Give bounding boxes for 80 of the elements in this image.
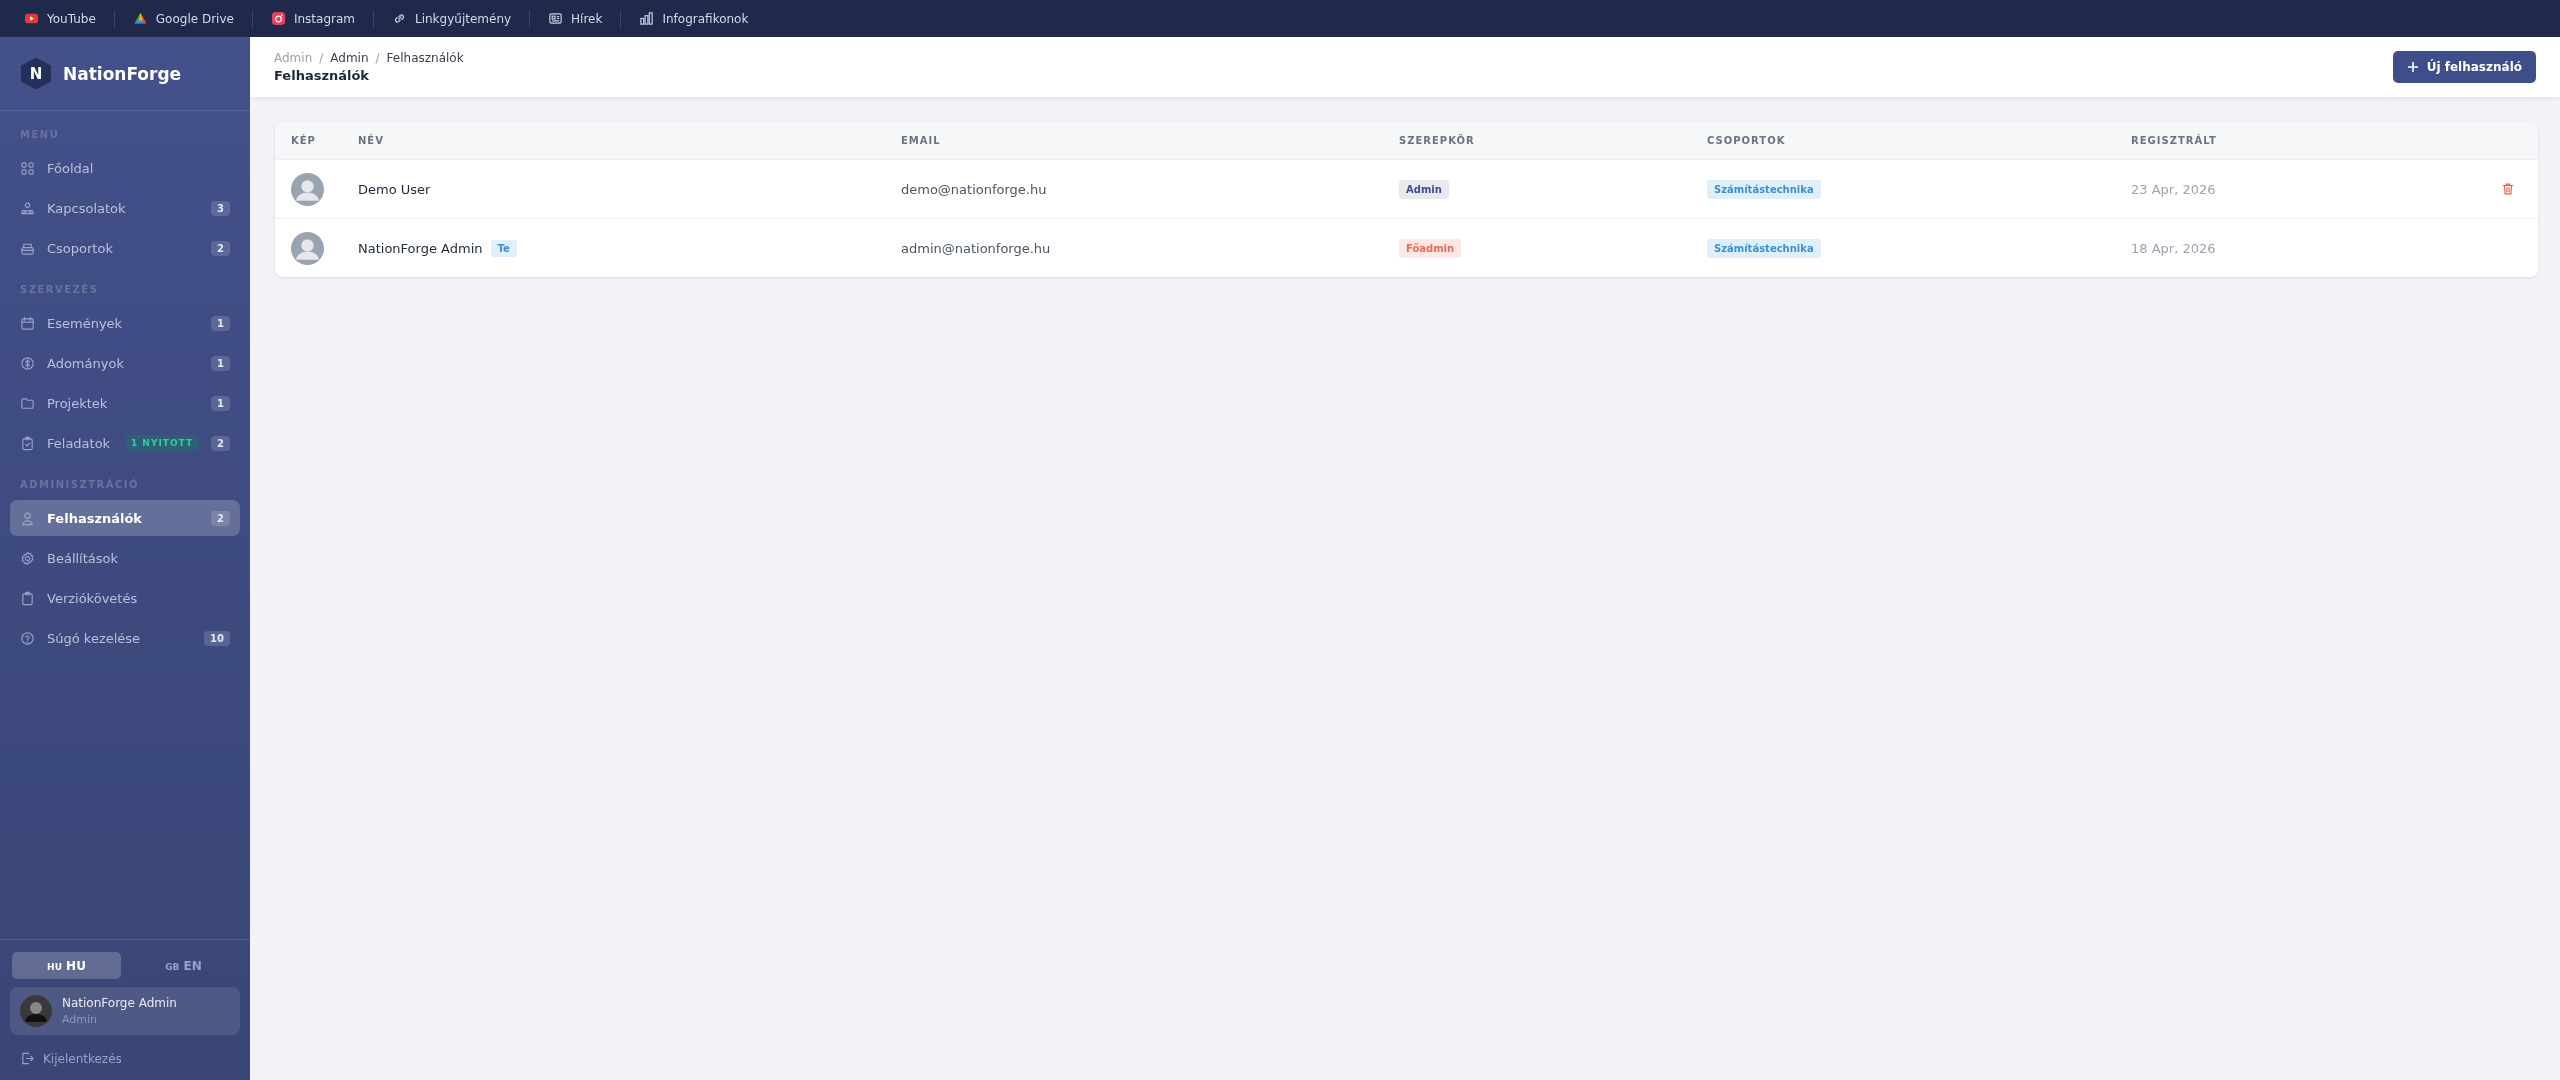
- user-card[interactable]: NationForge Admin Admin: [10, 987, 240, 1035]
- breadcrumb-link[interactable]: Admin: [274, 51, 313, 65]
- count-badge: 2: [211, 435, 230, 451]
- logout-link[interactable]: Kijelentkezés: [10, 1043, 240, 1070]
- nav-item[interactable]: Adományok 1: [10, 345, 240, 381]
- nav-item[interactable]: Események 1: [10, 305, 240, 341]
- nav-item[interactable]: Verziókövetés: [10, 580, 240, 616]
- page-title: Felhasználók: [274, 68, 371, 83]
- registration-date: 18 Apr, 2026: [2131, 240, 2216, 256]
- column-header: KÉP: [291, 135, 317, 146]
- grid-icon: [20, 160, 35, 176]
- user-name: NationForge Admin: [358, 240, 483, 256]
- user-name: NationForge Admin: [62, 996, 177, 1010]
- new-user-button[interactable]: Új felhasználó: [2392, 51, 2536, 83]
- status-tag: 1 NYITOTT: [124, 435, 200, 451]
- avatar-icon: [291, 172, 324, 206]
- user-icon: [20, 510, 35, 526]
- nav-item[interactable]: Csoportok 2: [10, 230, 240, 266]
- help-icon: [20, 630, 35, 646]
- plus-icon: [2406, 61, 2419, 73]
- bar-chart-icon: [639, 11, 655, 26]
- nav-item[interactable]: Kapcsolatok 3: [10, 190, 240, 226]
- delete-button[interactable]: [2501, 182, 2515, 196]
- clipboard-icon: [20, 590, 35, 606]
- task-icon: [20, 435, 35, 451]
- nav-item[interactable]: Főoldal: [10, 150, 240, 186]
- play-icon: [24, 11, 39, 26]
- gear-icon: [20, 550, 35, 566]
- you-badge: Te: [490, 239, 517, 257]
- language-button[interactable]: GB EN: [129, 952, 238, 979]
- logout-icon: [20, 1051, 35, 1066]
- nav-item[interactable]: Projektek 1: [10, 385, 240, 421]
- bookmark-link[interactable]: Linkgyűjtemény: [392, 11, 512, 26]
- triangle-icon: [132, 11, 148, 26]
- count-badge: 1: [211, 355, 230, 371]
- link-icon: [392, 11, 407, 26]
- bookmark-link[interactable]: Infografikonok: [639, 11, 749, 26]
- count-badge: 1: [211, 315, 230, 331]
- role-badge: Admin: [1399, 179, 1449, 199]
- column-header: EMAIL: [901, 135, 942, 146]
- nav-item[interactable]: Felhasználók 2: [10, 500, 240, 536]
- email-text: demo@nationforge.hu: [901, 181, 1047, 197]
- group-tag: Számítástechnika: [1707, 179, 1821, 199]
- group-tag: Számítástechnika: [1707, 238, 1821, 258]
- language-button[interactable]: HU HU: [12, 952, 121, 979]
- count-badge: 3: [211, 200, 230, 216]
- bookmark-link[interactable]: Hírek: [548, 11, 603, 26]
- role-badge: Főadmin: [1399, 238, 1462, 258]
- breadcrumb-link[interactable]: Felhasználók: [386, 51, 464, 65]
- breadcrumb-link[interactable]: Admin: [330, 51, 369, 65]
- avatar-icon: [20, 995, 52, 1027]
- camera-icon: [270, 11, 286, 26]
- bookmark-link[interactable]: YouTube: [24, 11, 96, 26]
- user-role: Admin: [62, 1013, 99, 1026]
- nav-item[interactable]: Súgó kezelése 10: [10, 620, 240, 656]
- breadcrumb-separator: /: [319, 51, 324, 65]
- bookmark-link[interactable]: Google Drive: [132, 11, 234, 26]
- bookmark-link[interactable]: Instagram: [270, 11, 355, 26]
- column-header: NÉV: [358, 135, 385, 146]
- count-badge: 2: [211, 510, 230, 526]
- count-badge: 1: [211, 395, 230, 411]
- column-header: CSOPORTOK: [1707, 135, 1787, 146]
- avatar-icon: [291, 231, 324, 265]
- nav-item[interactable]: Feladatok 1 NYITOTT 2: [10, 425, 240, 461]
- logo-badge: N: [21, 57, 51, 90]
- brand-name: NationForge: [63, 63, 182, 84]
- people-icon: [20, 200, 35, 216]
- calendar-icon: [20, 315, 35, 331]
- user-name: Demo User: [358, 181, 431, 197]
- count-badge: 2: [211, 240, 230, 256]
- folder-icon: [20, 395, 35, 411]
- column-header: REGISZTRÁLT: [2131, 135, 2218, 146]
- newspaper-icon: [548, 11, 564, 26]
- coin-icon: [20, 355, 35, 371]
- breadcrumb-separator: /: [375, 51, 380, 65]
- count-badge: 10: [204, 630, 230, 646]
- email-text: admin@nationforge.hu: [901, 240, 1051, 256]
- nav-item[interactable]: Beállítások: [10, 540, 240, 576]
- registration-date: 23 Apr, 2026: [2131, 181, 2216, 197]
- column-header: SZEREPKÖR: [1399, 135, 1476, 146]
